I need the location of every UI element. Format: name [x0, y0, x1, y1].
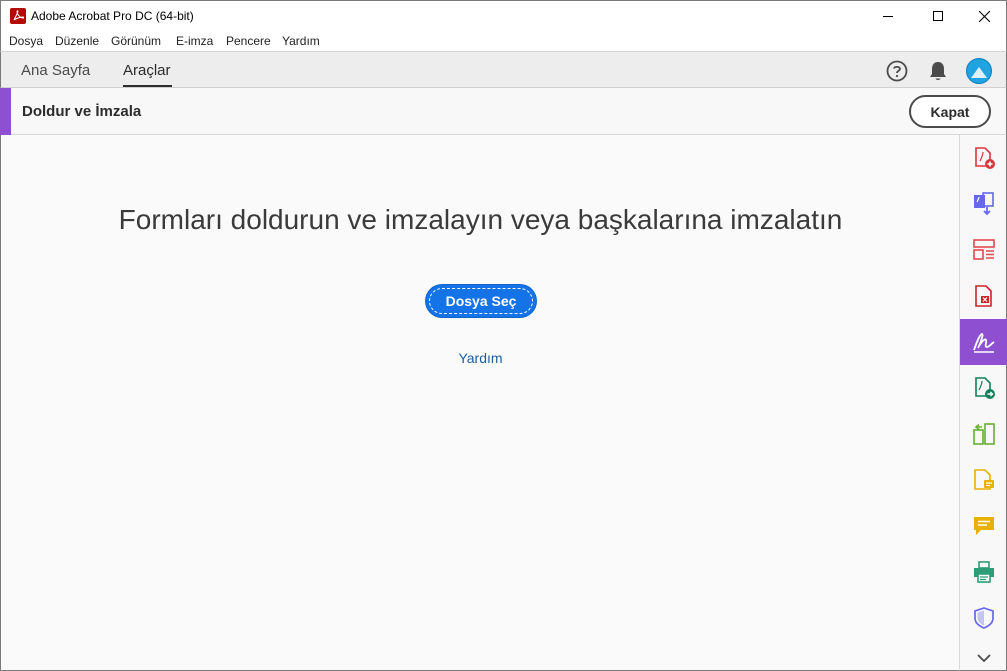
chevron-down-icon[interactable]: [960, 635, 1007, 671]
comment-icon[interactable]: [960, 503, 1007, 549]
menu-yardim[interactable]: Yardım: [282, 34, 320, 48]
tool-accent-bar: [0, 88, 11, 135]
tab-tools[interactable]: Araçlar: [123, 62, 171, 79]
close-icon[interactable]: [961, 1, 1007, 31]
menu-bar: Dosya Düzenle Görünüm E-imza Pencere Yar…: [0, 31, 1007, 51]
close-tool-button[interactable]: Kapat: [909, 95, 991, 128]
minimize-icon[interactable]: [865, 1, 911, 31]
menu-dosya[interactable]: Dosya: [9, 34, 43, 48]
tool-title: Doldur ve İmzala: [22, 103, 142, 120]
help-icon[interactable]: [884, 58, 910, 84]
main-content: Formları doldurun ve imzalayın veya başk…: [0, 135, 959, 671]
fill-sign-icon[interactable]: [960, 319, 1007, 365]
create-pdf-icon[interactable]: [960, 135, 1007, 181]
menu-duzenle[interactable]: Düzenle: [55, 34, 99, 48]
organize-pages-icon[interactable]: [960, 227, 1007, 273]
active-tab-indicator: [123, 85, 172, 87]
edit-pdf-icon[interactable]: [960, 457, 1007, 503]
compare-files-icon[interactable]: [960, 411, 1007, 457]
bell-icon[interactable]: [925, 58, 951, 84]
user-avatar[interactable]: [966, 58, 992, 84]
tab-bar: Ana Sayfa Araçlar: [0, 51, 1007, 88]
title-bar: Adobe Acrobat Pro DC (64-bit): [0, 0, 1007, 31]
export-pdf-icon[interactable]: [960, 273, 1007, 319]
combine-files-icon[interactable]: [960, 181, 1007, 227]
tools-rail: [959, 135, 1007, 671]
maximize-icon[interactable]: [915, 1, 961, 31]
print-production-icon[interactable]: [960, 549, 1007, 595]
window-title: Adobe Acrobat Pro DC (64-bit): [31, 9, 194, 23]
menu-gorunum[interactable]: Görünüm: [111, 34, 161, 48]
tab-home[interactable]: Ana Sayfa: [21, 62, 90, 79]
menu-e-imza[interactable]: E-imza: [176, 34, 213, 48]
menu-pencere[interactable]: Pencere: [226, 34, 271, 48]
send-for-signature-icon[interactable]: [960, 365, 1007, 411]
page-headline: Formları doldurun ve imzalayın veya başk…: [118, 204, 843, 235]
select-file-button[interactable]: Dosya Seç: [426, 285, 536, 317]
tool-header: Doldur ve İmzala Kapat: [0, 88, 1007, 135]
help-link[interactable]: Yardım: [1, 350, 960, 366]
acrobat-logo-icon: [10, 8, 26, 24]
